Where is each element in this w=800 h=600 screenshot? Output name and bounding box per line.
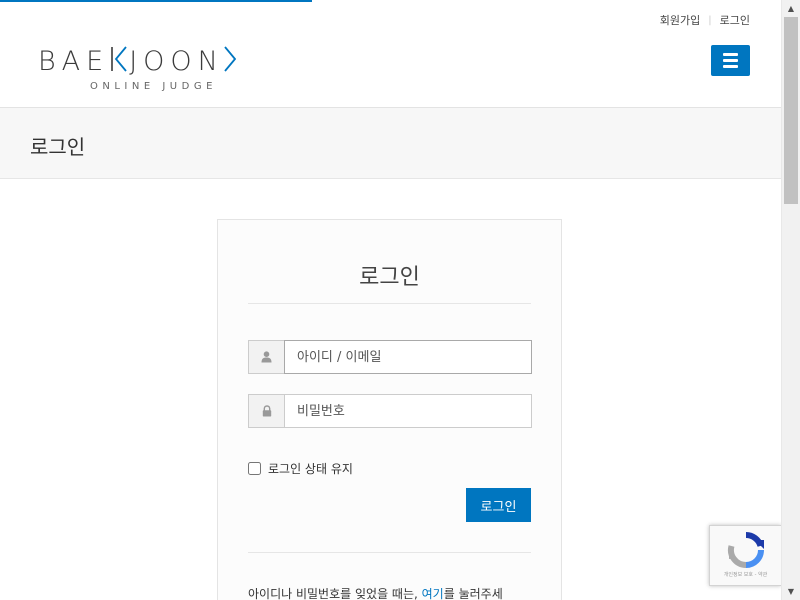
page-title-band: 로그인 [0,107,781,179]
hamburger-icon-bar [723,65,738,68]
top-links: 회원가입 | 로그인 [660,12,750,28]
lock-icon [248,394,284,428]
logo-text-part2: JOON [129,46,224,77]
login-card-title: 로그인 [359,265,420,290]
forgot-credentials-text: 아이디나 비밀번호를 잊었을 때는, 여기를 눌러주세 [248,585,503,600]
logo-text-part1: BAE [38,46,110,77]
page-load-progress-bar [0,0,312,2]
site-logo[interactable]: BAE JOON ONLINE JUDGE [38,46,237,92]
signup-link[interactable]: 회원가입 [660,12,700,28]
vertical-scrollbar[interactable]: ▲ ▼ [781,0,800,600]
password-input[interactable] [284,394,532,428]
login-button[interactable]: 로그인 [466,488,531,522]
divider [248,303,531,304]
password-row [248,394,532,428]
recaptcha-terms[interactable]: 개인정보 보호 - 약관 [724,571,767,578]
menu-toggle-button[interactable] [711,45,750,76]
forgot-credentials-link[interactable]: 여기 [422,587,444,600]
logo-subtitle: ONLINE JUDGE [90,81,217,92]
page-viewport: 회원가입 | 로그인 BAE JOON ONLINE JUDGE 로그인 로그인 [0,0,781,600]
remember-me-label: 로그인 상태 유지 [268,462,353,476]
remember-me-checkbox[interactable] [248,462,261,475]
divider [248,552,531,553]
recaptcha-icon [727,531,764,569]
link-separator: | [708,14,712,26]
hamburger-icon-bar [723,53,738,56]
username-input[interactable] [284,340,532,374]
logo-k-bracket-icon [109,46,129,78]
recaptcha-badge[interactable]: 개인정보 보호 - 약관 [709,525,781,586]
login-link[interactable]: 로그인 [720,12,750,28]
remember-me[interactable]: 로그인 상태 유지 [248,460,353,477]
logo-close-bracket-icon [224,46,237,78]
scroll-down-arrow-icon[interactable]: ▼ [782,583,800,600]
username-row [248,340,532,374]
forgot-text-after: 를 눌러주세 [443,587,503,600]
scrollbar-thumb[interactable] [784,17,798,204]
forgot-text-before: 아이디나 비밀번호를 잊었을 때는, [248,587,422,600]
login-card: 로그인 로그인 상태 유지 로그인 아이디나 비밀번호를 잊었을 때는, 여기를… [217,219,562,600]
page-title: 로그인 [30,135,86,159]
logo-wordmark: BAE JOON [38,46,237,78]
hamburger-icon-bar [723,59,738,62]
scroll-up-arrow-icon[interactable]: ▲ [782,0,800,17]
user-icon [248,340,284,374]
